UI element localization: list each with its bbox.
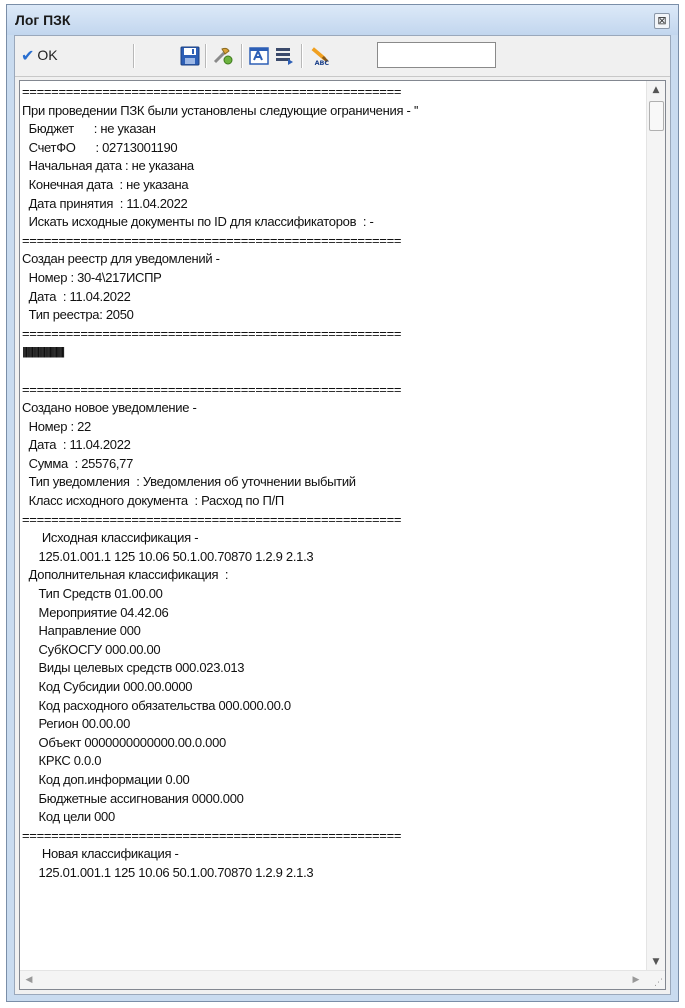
list-icon[interactable] <box>273 45 295 67</box>
log-line: Номер : 22 <box>22 418 92 434</box>
log-line: Дата принятия : 11.04.2022 <box>22 195 188 211</box>
log-line: КРКС 0.0.0 <box>22 753 102 769</box>
log-line: Дополнительная классификация : <box>22 567 229 583</box>
log-line: СчетФО : 02713001190 <box>22 139 178 155</box>
log-line: Бюджетные ассигнования 0000.000 <box>22 790 244 806</box>
log-text: ========================================… <box>22 83 643 971</box>
log-textarea[interactable]: ========================================… <box>19 80 666 990</box>
toolbar-separator <box>301 44 303 68</box>
log-line: Код расходного обязательства 000.000.00.… <box>22 697 292 713</box>
log-line: Дата : 11.04.2022 <box>22 437 131 453</box>
toolbar-separator <box>205 44 207 68</box>
log-line: Создано новое уведомление - <box>22 400 197 416</box>
horizontal-scrollbar[interactable]: ◀ ▶ ⋰ <box>20 970 665 989</box>
log-line: Код Субсидии 000.00.0000 <box>22 679 193 694</box>
log-line: Класс исходного документа : Расход по П/… <box>22 493 285 509</box>
log-line: Начальная дата : не указана <box>22 158 195 174</box>
log-line: ========================================… <box>22 511 402 527</box>
log-line: ========================================… <box>22 325 402 341</box>
report-icon[interactable] <box>248 45 270 67</box>
log-line: ========================================… <box>22 827 402 843</box>
log-line: Конечная дата : не указана <box>22 176 189 192</box>
toolbar-separator <box>241 44 243 68</box>
log-window: Лог ПЗК ⊠ ✔ OK ABC =====================… <box>6 4 679 1002</box>
ok-button-label: OK <box>37 47 58 63</box>
log-line: Бюджет : не указан <box>22 121 156 137</box>
scroll-down-icon[interactable]: ▼ <box>647 953 665 971</box>
ok-button[interactable]: ✔ OK <box>21 44 91 66</box>
log-line: Создан реестр для уведомлений - <box>22 251 220 267</box>
log-line: Регион 00.00.00 <box>22 716 131 732</box>
scroll-left-icon[interactable]: ◀ <box>20 971 38 989</box>
log-line: 125.01.001.1 125 10.06 50.1.00.70870 1.2… <box>22 548 314 564</box>
scroll-right-icon[interactable]: ▶ <box>627 971 645 989</box>
log-line: Код цели 000 <box>22 809 116 825</box>
log-line: Тип реестра: 2050 <box>22 307 134 323</box>
log-line: Объект 0000000000000.00.0.000 <box>22 734 227 750</box>
log-line: Виды целевых средств 000.023.013 <box>22 660 245 676</box>
resize-grip-icon[interactable]: ⋰ <box>654 978 663 988</box>
vertical-scrollbar[interactable]: ▲ ▼ <box>646 81 665 971</box>
spellcheck-icon[interactable]: ABC <box>310 45 332 67</box>
log-line: ========================================… <box>22 381 402 397</box>
toolbar: ✔ OK ABC <box>15 36 670 77</box>
log-line: ========================================… <box>22 232 402 248</box>
log-line: Номер : 30-4\217ИСПР <box>22 269 162 285</box>
log-line: Дата : 11.04.2022 <box>22 288 131 304</box>
log-line: 125.01.001.1 125 10.06 50.1.00.70870 1.2… <box>22 864 314 880</box>
log-line: ||||||||||||||||||||||||||||||||||||||||… <box>22 346 65 359</box>
save-icon[interactable] <box>179 45 201 67</box>
title-bar[interactable]: Лог ПЗК ⊠ <box>7 5 678 35</box>
toolbar-separator <box>133 44 135 68</box>
scroll-up-icon[interactable]: ▲ <box>647 81 665 99</box>
search-input[interactable] <box>377 42 496 68</box>
tools-icon[interactable] <box>212 45 234 67</box>
log-line: Новая классификация - <box>22 846 179 862</box>
log-line: Код доп.информации 0.00 <box>22 771 190 787</box>
close-icon[interactable]: ⊠ <box>654 13 670 29</box>
scroll-thumb[interactable] <box>649 101 664 131</box>
window-title: Лог ПЗК <box>15 12 71 28</box>
window-client: ✔ OK ABC ===============================… <box>14 35 671 995</box>
log-line: Тип Средств 01.00.00 <box>22 586 163 602</box>
log-line: Направление 000 <box>22 623 141 639</box>
svg-text:ABC: ABC <box>315 59 330 67</box>
log-line: СубКОСГУ 000.00.00 <box>22 641 161 657</box>
log-line: Искать исходные документы по ID для клас… <box>22 214 374 230</box>
checkmark-icon: ✔ <box>21 45 35 65</box>
log-line: ========================================… <box>22 84 402 99</box>
log-line: Тип уведомления : Уведомления об уточнен… <box>22 474 356 490</box>
log-line: Мероприятие 04.42.06 <box>22 604 169 620</box>
log-line: Исходная классификация - <box>22 530 199 546</box>
log-line: Сумма : 25576,77 <box>22 455 134 471</box>
log-line: При проведении ПЗК были установлены след… <box>22 102 419 118</box>
